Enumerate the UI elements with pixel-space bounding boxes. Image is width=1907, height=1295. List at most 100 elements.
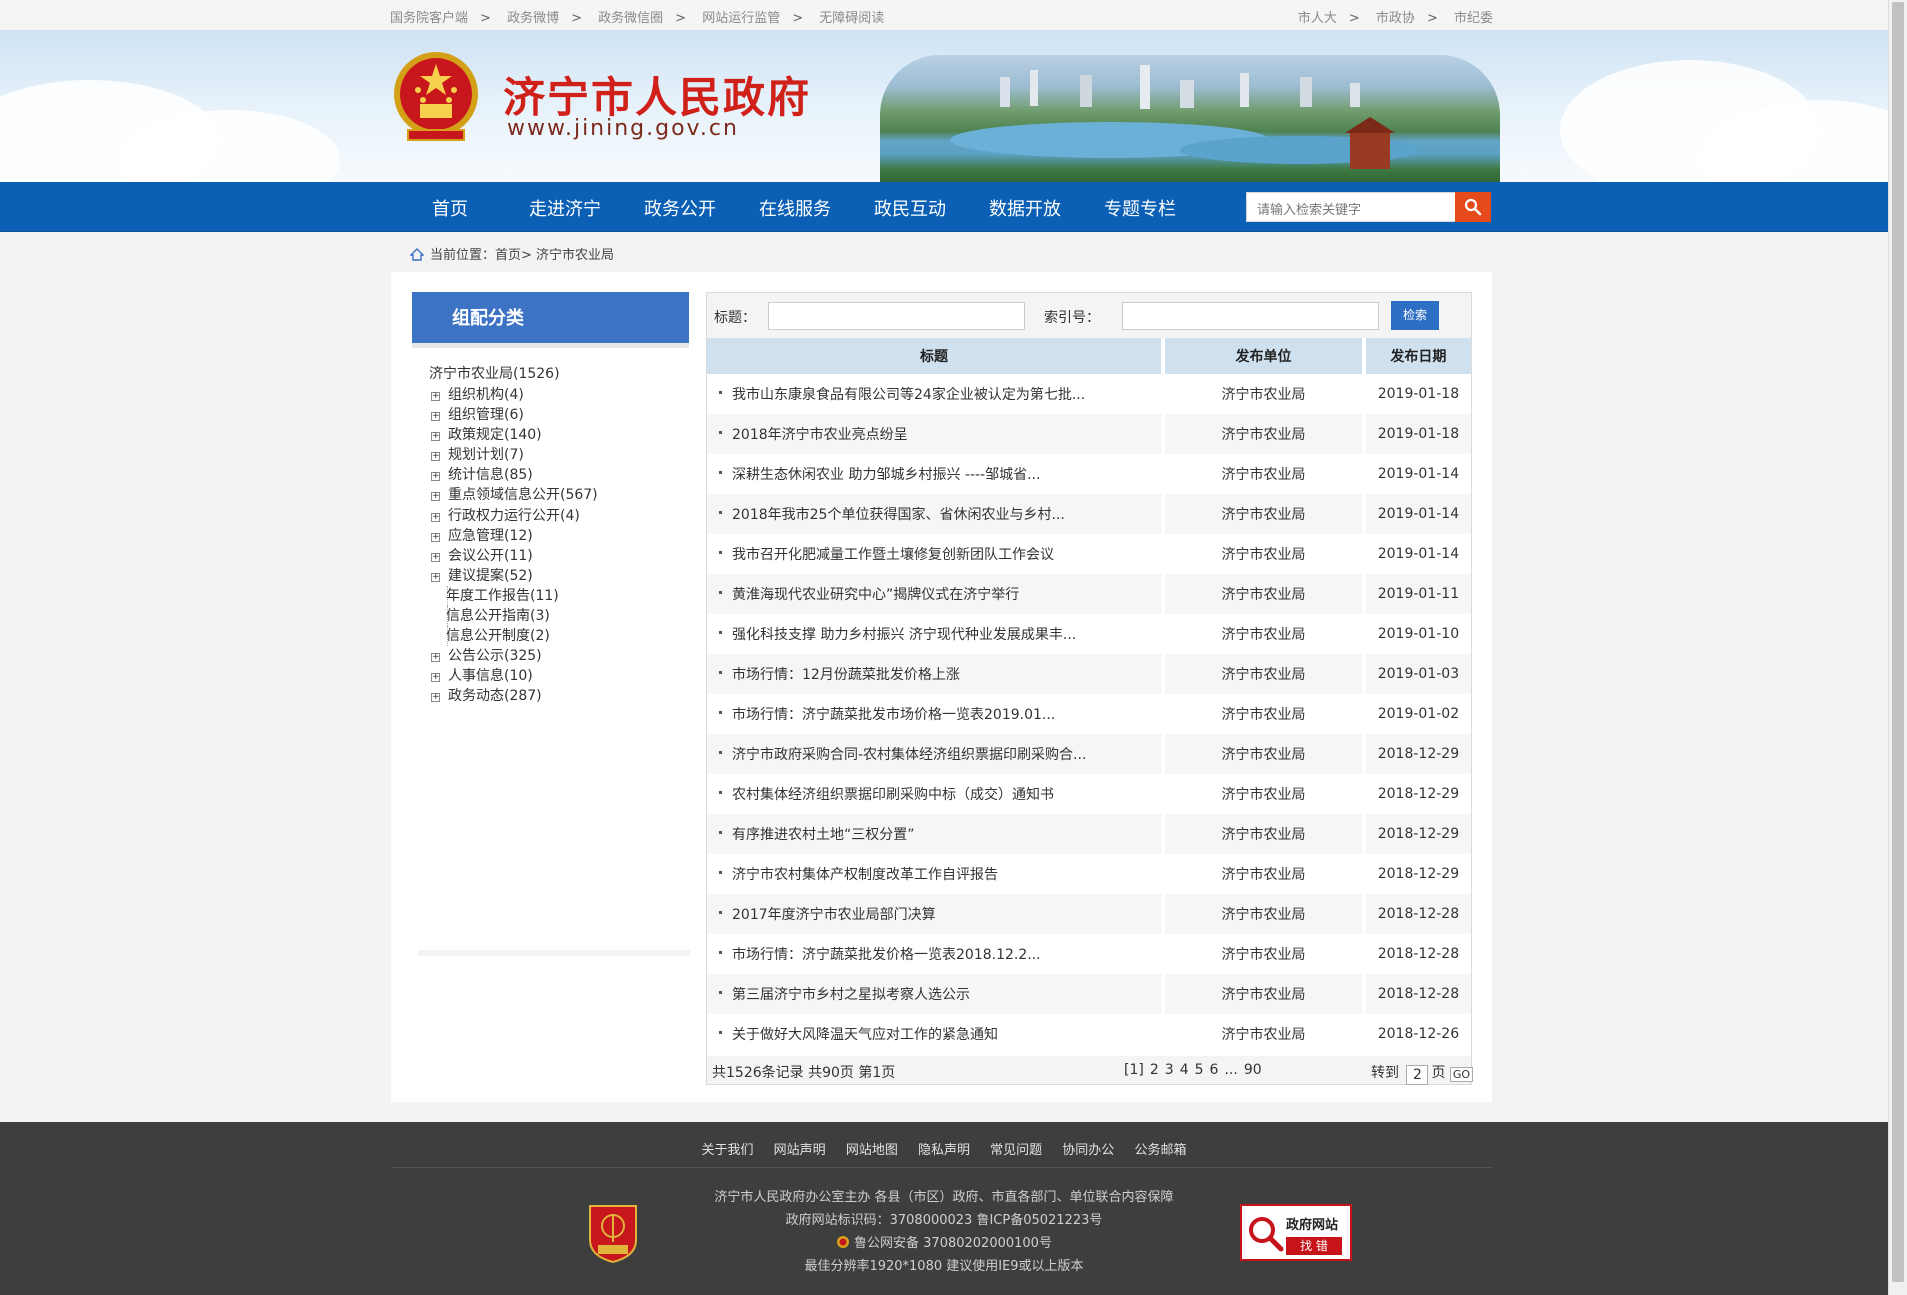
expand-icon[interactable]: + [431, 532, 440, 542]
expand-icon[interactable]: + [431, 472, 440, 482]
site-error-report-badge[interactable]: 政府网站 找 错 [1240, 1204, 1352, 1261]
row-title-link[interactable]: 市场行情：12月份蔬菜批发价格上涨 [732, 667, 960, 683]
sidebar-heading: 组配分类 [412, 292, 689, 343]
row-title-link[interactable]: 强化科技支撑 助力乡村振兴 济宁现代种业发展成果丰... [732, 627, 1076, 643]
scrollbar-thumb[interactable] [1892, 2, 1904, 1282]
search-input[interactable]: 请输入检索关键字 [1246, 192, 1458, 222]
tree-node-label: 应急管理(12) [448, 527, 533, 544]
expand-icon[interactable]: + [431, 412, 440, 422]
row-title-cell: 市场行情：济宁蔬菜批发价格一览表2018.12.2... [707, 934, 1166, 974]
expand-icon[interactable]: + [431, 693, 440, 703]
page-links: [1] 2 3 4 5 6... 90 [1121, 1062, 1265, 1078]
jump-page-input[interactable]: 2 [1406, 1065, 1429, 1085]
tree-node[interactable]: + 统计信息(85) [431, 465, 598, 485]
expand-icon[interactable]: + [431, 392, 440, 401]
row-title-cell: 强化科技支撑 助力乡村振兴 济宁现代种业发展成果丰... [707, 614, 1166, 654]
row-title-link[interactable]: 关于做好大风降温天气应对工作的紧急通知 [732, 1027, 998, 1043]
expand-icon[interactable]: + [431, 452, 440, 462]
tree-node[interactable]: + 会议公开(11) [431, 546, 598, 566]
nav-special-topics[interactable]: 专题专栏 [1104, 195, 1176, 221]
footer-link-mail[interactable]: 公务邮箱 [1134, 1143, 1186, 1158]
tree-node[interactable]: + 人事信息(10) [431, 666, 598, 686]
filter-search-button[interactable]: 检索 [1391, 301, 1439, 330]
tree-node-label: 公告公示(325) [448, 647, 542, 664]
tree-node[interactable]: + 公告公示(325) [431, 646, 598, 666]
row-title-link[interactable]: 市场行情：济宁蔬菜批发价格一览表2018.12.2... [732, 947, 1041, 963]
footer-link-sitemap[interactable]: 网站地图 [846, 1143, 898, 1158]
row-title-link[interactable]: 深耕生态休闲农业 助力邹城乡村振兴 ----邹城省... [732, 467, 1040, 483]
expand-icon[interactable]: + [431, 492, 440, 502]
top-link-discipline[interactable]: 市纪委 [1454, 11, 1493, 26]
top-link-monitoring[interactable]: 网站运行监管 [702, 11, 780, 26]
footer-links: 关于我们 网站声明 网站地图 隐私声明 常见问题 协同办公 公务邮箱 [0, 1139, 1888, 1158]
top-link-accessibility[interactable]: 无障碍阅读 [819, 11, 884, 26]
page-link[interactable]: [1] [1124, 1062, 1144, 1078]
nav-open-data[interactable]: 数据开放 [989, 195, 1061, 221]
bullet-icon [719, 951, 722, 954]
page-link[interactable]: 5 [1195, 1062, 1204, 1078]
top-link-weibo[interactable]: 政务微博 [507, 11, 559, 26]
tree-leaf[interactable]: 信息公开制度(2) [446, 625, 598, 646]
footer-link-privacy[interactable]: 隐私声明 [918, 1143, 970, 1158]
row-title-link[interactable]: 2017年度济宁市农业局部门决算 [732, 907, 936, 923]
tree-leaf[interactable]: 年度工作报告(11) [446, 585, 598, 606]
nav-home[interactable]: 首页 [432, 195, 468, 221]
bullet-icon [719, 511, 722, 514]
top-link-wechat[interactable]: 政务微信圈 [598, 11, 663, 26]
tree-leaf[interactable]: 信息公开指南(3) [446, 605, 598, 626]
page-link[interactable]: 90 [1244, 1062, 1262, 1078]
top-link-state-council-app[interactable]: 国务院客户端 [390, 11, 468, 26]
search-button[interactable] [1455, 192, 1491, 222]
page-link[interactable]: 2 [1150, 1062, 1159, 1078]
title-filter-input[interactable] [768, 302, 1025, 330]
row-title-link[interactable]: 有序推进农村土地“三权分置” [732, 827, 915, 843]
row-title-link[interactable]: 市场行情：济宁蔬菜批发市场价格一览表2019.01... [732, 707, 1055, 723]
top-link-peoples-congress[interactable]: 市人大 [1298, 11, 1337, 26]
page-link[interactable]: 3 [1165, 1062, 1174, 1078]
row-title-link[interactable]: 我市山东康泉食品有限公司等24家企业被认定为第七批... [732, 387, 1085, 403]
vertical-scrollbar[interactable] [1888, 0, 1907, 1295]
nav-online-services[interactable]: 在线服务 [759, 195, 831, 221]
row-title-link[interactable]: 济宁市政府采购合同-农村集体经济组织票据印刷采购合... [732, 747, 1086, 763]
row-title-link[interactable]: 2018年我市25个单位获得国家、省休闲农业与乡村... [732, 507, 1065, 523]
row-title-link[interactable]: 我市召开化肥减量工作暨土壤修复创新团队工作会议 [732, 547, 1054, 563]
breadcrumb-text: 当前位置：首页> 济宁市农业局 [430, 248, 615, 263]
nav-about-jining[interactable]: 走进济宁 [529, 195, 601, 221]
footer-link-faq[interactable]: 常见问题 [990, 1143, 1042, 1158]
tree-node[interactable]: + 规划计划(7) [431, 445, 598, 465]
nav-interaction[interactable]: 政民互动 [874, 195, 946, 221]
expand-icon[interactable]: + [431, 652, 440, 662]
tree-node[interactable]: + 组织机构(4) [431, 385, 598, 405]
row-title-link[interactable]: 2018年济宁市农业亮点纷呈 [732, 427, 908, 443]
row-title-link[interactable]: 济宁市农村集体产权制度改革工作自评报告 [732, 867, 998, 883]
tree-node[interactable]: + 重点领域信息公开(567) [431, 485, 598, 505]
expand-icon[interactable]: + [431, 572, 440, 582]
party-government-badge-icon[interactable] [586, 1200, 640, 1264]
go-button[interactable]: GO [1449, 1067, 1474, 1082]
tree-node[interactable]: + 组织管理(6) [431, 405, 598, 425]
expand-icon[interactable]: + [431, 512, 440, 522]
index-filter-input[interactable] [1122, 302, 1379, 330]
expand-icon[interactable]: + [431, 673, 440, 683]
tree-node[interactable]: + 政策规定(140) [431, 425, 598, 445]
footer-link-about[interactable]: 关于我们 [702, 1143, 754, 1158]
page-link[interactable]: 6 [1210, 1062, 1219, 1078]
table-row: 关于做好大风降温天气应对工作的紧急通知 济宁市农业局 2018-12-26 [707, 1014, 1471, 1054]
tree-node[interactable]: + 应急管理(12) [431, 526, 598, 546]
expand-icon[interactable]: + [431, 432, 440, 442]
expand-icon[interactable]: + [431, 552, 440, 562]
row-title-link[interactable]: 农村集体经济组织票据印刷采购中标（成交）通知书 [732, 787, 1054, 803]
tree-node[interactable]: + 行政权力运行公开(4) [431, 506, 598, 526]
bullet-icon [719, 471, 722, 474]
row-title-link[interactable]: 黄淮海现代农业研究中心”揭牌仪式在济宁举行 [732, 587, 1019, 603]
page-link[interactable]: 4 [1180, 1062, 1189, 1078]
row-date-cell: 2018-12-29 [1365, 814, 1471, 854]
tree-root[interactable]: 济宁市农业局(1526) [429, 364, 598, 384]
tree-node[interactable]: + 政务动态(287) [431, 686, 598, 706]
tree-node[interactable]: + 建议提案(52) [431, 566, 598, 586]
nav-government-affairs[interactable]: 政务公开 [644, 195, 716, 221]
top-link-cppcc[interactable]: 市政协 [1376, 11, 1415, 26]
row-title-link[interactable]: 第三届济宁市乡村之星拟考察人选公示 [732, 987, 970, 1003]
footer-link-statement[interactable]: 网站声明 [774, 1143, 826, 1158]
footer-link-office[interactable]: 协同办公 [1062, 1143, 1114, 1158]
